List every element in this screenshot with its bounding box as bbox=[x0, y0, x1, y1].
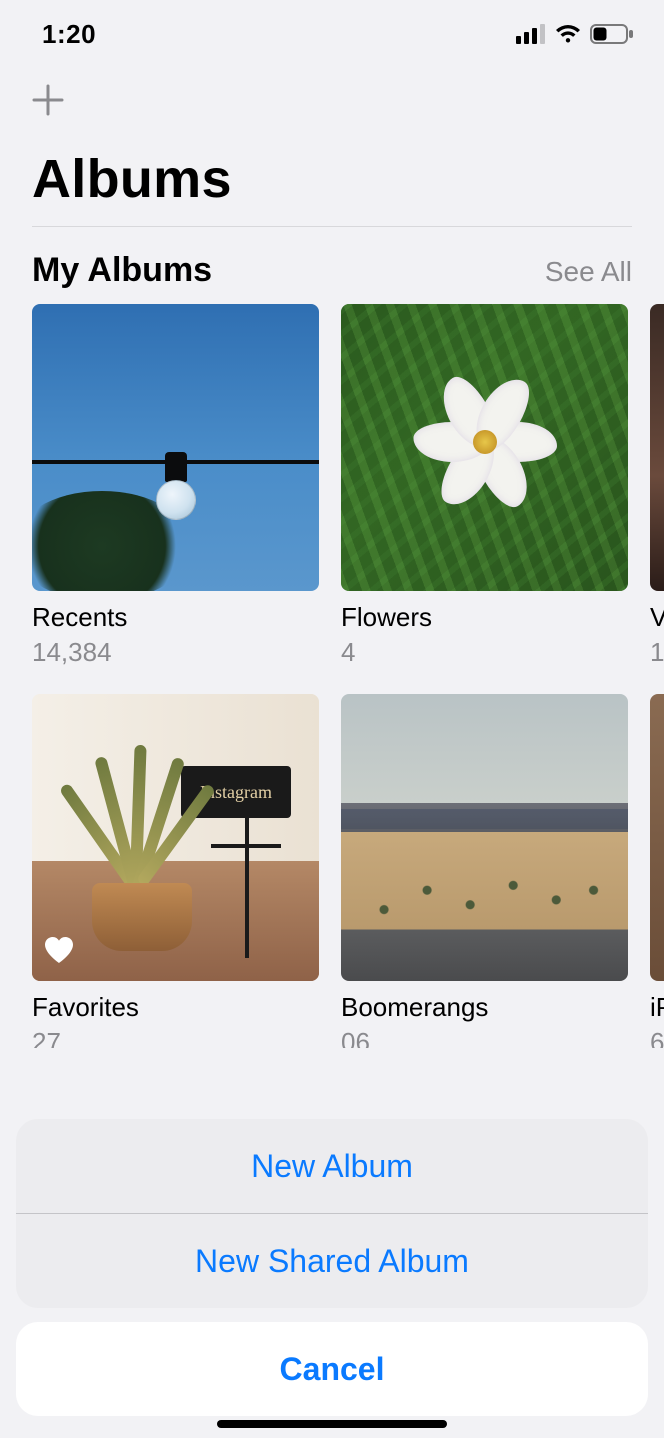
cancel-button[interactable]: Cancel bbox=[16, 1322, 648, 1416]
album-flowers[interactable]: Flowers 4 bbox=[341, 304, 628, 668]
album-thumbnail: Instagram bbox=[32, 694, 319, 981]
status-icons bbox=[516, 24, 634, 44]
album-name: Boomerangs bbox=[341, 991, 628, 1024]
album-count: 6 bbox=[650, 1026, 664, 1048]
album-row: Recents 14,384 Flowers 4 V 1 bbox=[0, 304, 664, 668]
album-thumbnail bbox=[650, 694, 664, 981]
wifi-icon bbox=[554, 24, 582, 44]
status-bar: 1:20 bbox=[0, 0, 664, 60]
add-button[interactable] bbox=[26, 80, 70, 124]
album-favorites[interactable]: Instagram Favorites 27 bbox=[32, 694, 319, 1048]
see-all-link[interactable]: See All bbox=[545, 256, 632, 288]
album-count: 14,384 bbox=[32, 636, 319, 669]
album-name: Flowers bbox=[341, 601, 628, 634]
album-count: 06 bbox=[341, 1026, 628, 1048]
plus-icon bbox=[28, 80, 68, 125]
album-thumbnail bbox=[341, 694, 628, 981]
album-recents[interactable]: Recents 14,384 bbox=[32, 304, 319, 668]
new-album-button[interactable]: New Album bbox=[16, 1119, 648, 1213]
album-name: Recents bbox=[32, 601, 319, 634]
home-indicator bbox=[217, 1420, 447, 1428]
heart-icon bbox=[44, 936, 74, 969]
album-name: V bbox=[650, 601, 664, 634]
album-name: iP bbox=[650, 991, 664, 1024]
new-shared-album-button[interactable]: New Shared Album bbox=[16, 1214, 648, 1308]
album-peek[interactable]: V 1 bbox=[650, 304, 664, 668]
action-sheet: New Album New Shared Album Cancel bbox=[16, 1119, 648, 1416]
album-boomerangs[interactable]: Boomerangs 06 bbox=[341, 694, 628, 1048]
status-time: 1:20 bbox=[42, 19, 96, 50]
page-title: Albums bbox=[0, 134, 664, 226]
section-title-my-albums: My Albums bbox=[32, 251, 212, 290]
album-peek[interactable]: iP 6 bbox=[650, 694, 664, 1048]
battery-icon bbox=[590, 24, 634, 44]
album-count: 4 bbox=[341, 636, 628, 669]
cellular-icon bbox=[516, 24, 546, 44]
album-count: 27 bbox=[32, 1026, 319, 1048]
album-thumbnail bbox=[650, 304, 664, 591]
album-row: Instagram Favorites 27 Boomerangs 06 iP … bbox=[0, 694, 664, 1048]
album-thumbnail bbox=[32, 304, 319, 591]
album-count: 1 bbox=[650, 636, 664, 669]
album-thumbnail bbox=[341, 304, 628, 591]
album-name: Favorites bbox=[32, 991, 319, 1024]
